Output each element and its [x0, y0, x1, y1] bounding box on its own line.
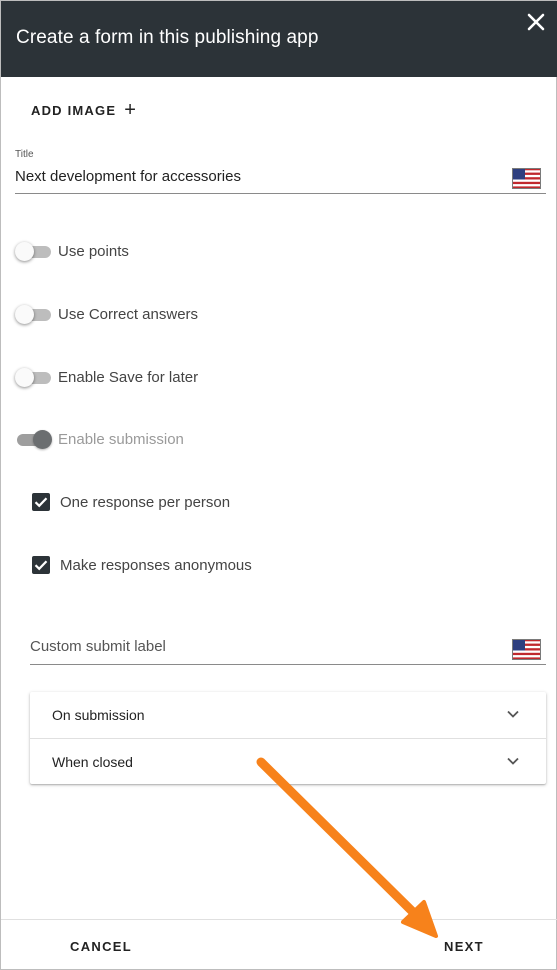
checkbox-checked-icon[interactable]: [32, 493, 50, 511]
chevron-down-icon[interactable]: [506, 754, 520, 768]
on-submission-panel[interactable]: On submission: [30, 692, 546, 738]
use-points-toggle[interactable]: Use points: [15, 239, 129, 263]
one-response-label: One response per person: [60, 493, 231, 511]
use-correct-answers-toggle[interactable]: Use Correct answers: [15, 302, 198, 326]
anonymous-responses-label: Make responses anonymous: [60, 556, 252, 574]
enable-save-for-later-label: Enable Save for later: [58, 368, 199, 386]
custom-submit-label-placeholder[interactable]: Custom submit label: [30, 638, 166, 655]
dialog-header: Create a form in this publishing app: [1, 1, 557, 77]
checkbox-checked-icon[interactable]: [32, 556, 50, 574]
one-response-checkbox[interactable]: One response per person: [32, 491, 230, 513]
us-flag-icon[interactable]: [512, 168, 541, 189]
toggle-switch[interactable]: [15, 367, 51, 387]
add-image-button[interactable]: ADD IMAGE +: [31, 100, 137, 120]
title-field-label: Title: [15, 149, 34, 160]
enable-save-for-later-toggle[interactable]: Enable Save for later: [15, 365, 198, 389]
enable-submission-label: Enable submission: [58, 430, 184, 448]
dialog-title: Create a form in this publishing app: [16, 27, 319, 48]
title-field[interactable]: Title Next development for accessories: [15, 149, 546, 194]
create-form-dialog: Create a form in this publishing app ADD…: [0, 0, 557, 970]
next-button[interactable]: NEXT: [444, 939, 484, 954]
toggle-switch[interactable]: [15, 304, 51, 324]
toggle-switch[interactable]: [15, 241, 51, 261]
anonymous-responses-checkbox[interactable]: Make responses anonymous: [32, 554, 252, 576]
add-image-label: ADD IMAGE: [31, 102, 117, 118]
title-field-value[interactable]: Next development for accessories: [15, 168, 241, 185]
expansion-panels: On submission When closed: [30, 692, 546, 784]
dialog-footer: CANCEL NEXT: [1, 919, 557, 970]
enable-submission-toggle[interactable]: Enable submission: [15, 427, 184, 451]
when-closed-panel[interactable]: When closed: [30, 738, 546, 784]
toggle-switch[interactable]: [15, 429, 52, 449]
use-correct-answers-label: Use Correct answers: [58, 305, 199, 323]
custom-submit-label-field[interactable]: Custom submit label: [30, 631, 546, 665]
cancel-button[interactable]: CANCEL: [70, 939, 132, 954]
when-closed-label: When closed: [52, 754, 133, 770]
use-points-label: Use points: [58, 242, 129, 260]
chevron-down-icon[interactable]: [506, 707, 520, 721]
us-flag-icon[interactable]: [512, 639, 541, 660]
on-submission-label: On submission: [52, 707, 145, 723]
close-icon[interactable]: [525, 11, 547, 33]
plus-icon: +: [124, 99, 138, 121]
